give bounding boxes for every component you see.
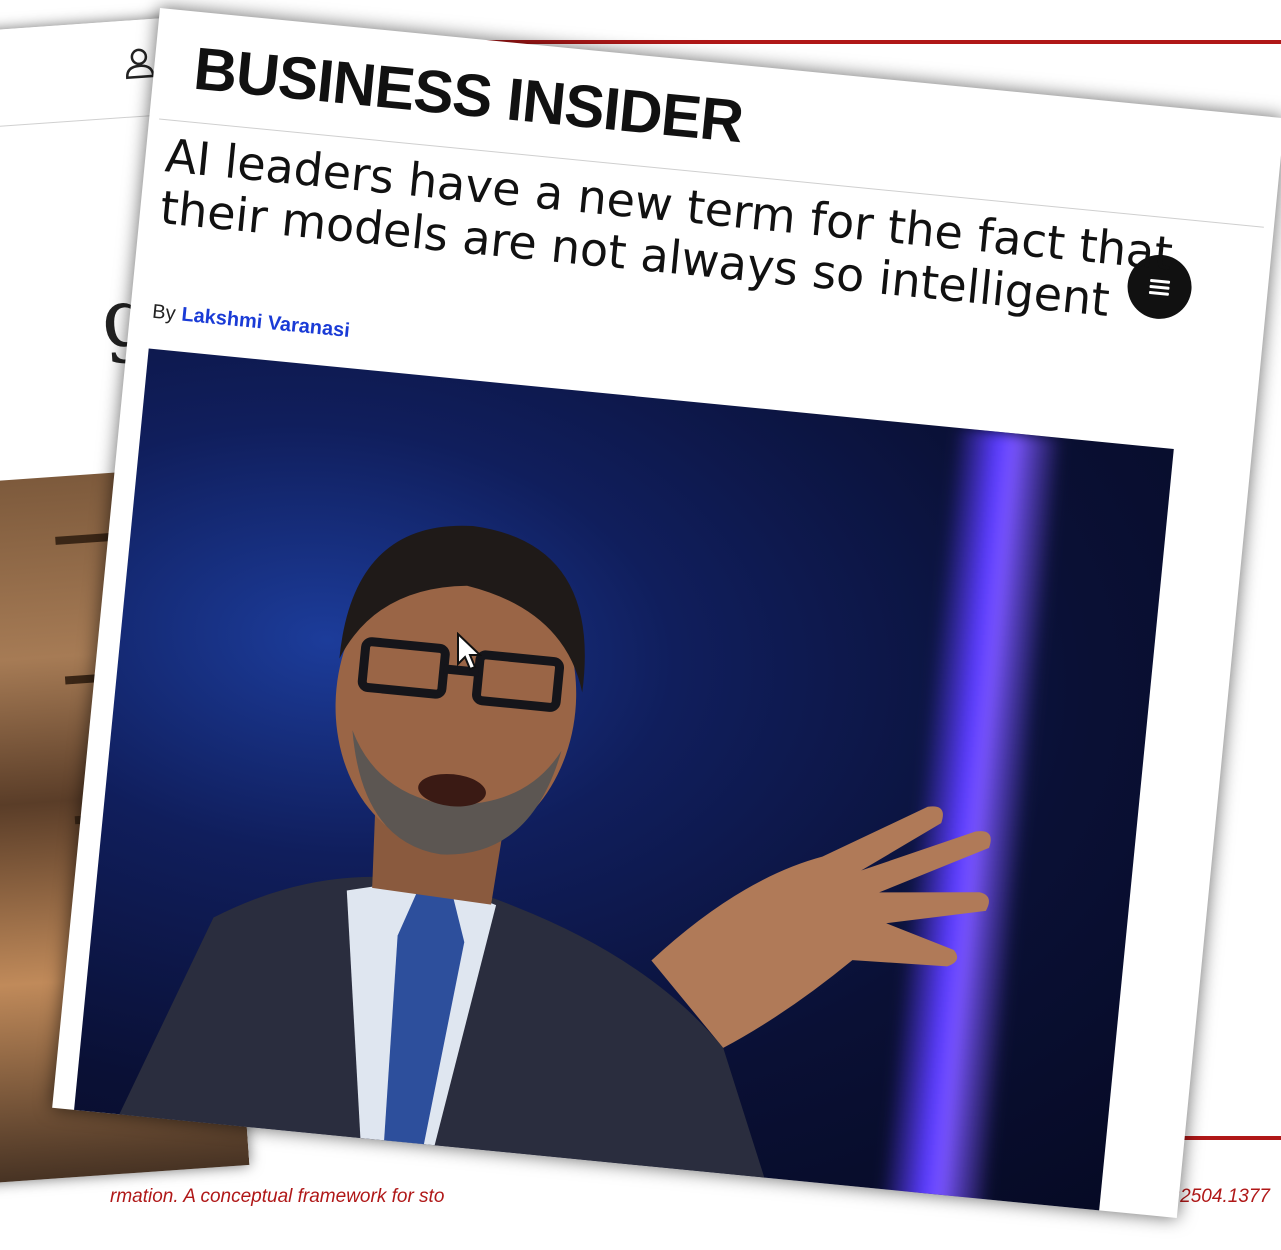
author-link[interactable]: Lakshmi Varanasi bbox=[180, 304, 350, 342]
byline: By Lakshmi Varanasi bbox=[151, 301, 351, 343]
mouse-cursor-icon bbox=[457, 632, 482, 671]
article-headline: AI leaders have a new term for the fact … bbox=[157, 128, 1175, 327]
speaker-illustration bbox=[112, 525, 991, 1194]
article-screenshot: BUSINESS INSIDER AI leaders have a new t… bbox=[52, 8, 1281, 1218]
hero-photo bbox=[72, 348, 1174, 1218]
user-icon[interactable] bbox=[121, 45, 157, 81]
citation-left-fragment: rmation. A conceptual framework for sto bbox=[110, 1186, 445, 1207]
byline-prefix: By bbox=[151, 300, 177, 325]
